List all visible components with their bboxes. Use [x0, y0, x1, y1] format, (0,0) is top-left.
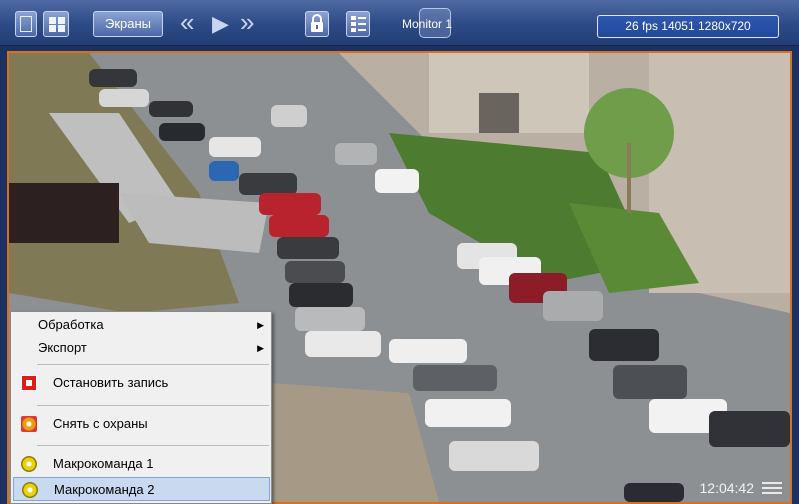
menu-item-export[interactable]: Экспорт ▶ — [13, 336, 270, 360]
menu-separator — [37, 445, 269, 446]
monitor-label[interactable]: Monitor 1 — [402, 17, 452, 31]
menu-item-label: Остановить запись — [53, 375, 169, 390]
menu-item-label: Экспорт — [38, 340, 87, 355]
menu-separator — [37, 405, 269, 406]
menu-item-label: Макрокоманда 2 — [54, 482, 155, 497]
macro-gear-icon — [22, 482, 38, 498]
menu-item-processing[interactable]: Обработка ▶ — [13, 313, 270, 337]
list-button[interactable] — [346, 11, 370, 37]
rewind-icon[interactable]: « — [180, 9, 194, 35]
menu-item-label: Обработка — [38, 317, 104, 332]
play-icon[interactable]: ▶ — [212, 11, 229, 37]
single-view-button[interactable] — [15, 11, 37, 37]
menu-separator — [37, 364, 269, 365]
menu-item-label: Снять с охраны — [53, 416, 148, 431]
lock-icon — [311, 14, 323, 32]
list-icon — [351, 16, 366, 32]
menu-item-disarm[interactable]: Снять с охраны — [13, 412, 270, 436]
menu-item-macro-2[interactable]: Макрокоманда 2 — [13, 477, 270, 501]
app-window: Экраны « ▶ » Monitor 1 26 fps 14051 1280… — [0, 0, 799, 504]
stop-record-icon — [21, 375, 37, 391]
stream-status: 26 fps 14051 1280x720 — [597, 15, 779, 38]
video-timestamp: 12:04:42 — [699, 480, 755, 496]
menu-item-label: Макрокоманда 1 — [53, 456, 154, 471]
disarm-icon — [21, 416, 37, 432]
square-icon — [20, 16, 32, 32]
context-menu: Обработка ▶ Экспорт ▶ Остановить запись … — [10, 311, 272, 504]
hamburger-menu-icon[interactable] — [762, 479, 782, 497]
grid-view-button[interactable] — [43, 11, 69, 37]
screens-button[interactable]: Экраны — [93, 11, 163, 37]
submenu-arrow-icon: ▶ — [257, 320, 264, 330]
menu-item-macro-1[interactable]: Макрокоманда 1 — [13, 452, 270, 476]
submenu-arrow-icon: ▶ — [257, 343, 264, 353]
menu-item-stop-recording[interactable]: Остановить запись — [13, 371, 270, 395]
toolbar: Экраны « ▶ » Monitor 1 26 fps 14051 1280… — [0, 0, 799, 46]
macro-gear-icon — [21, 456, 37, 472]
lock-button[interactable] — [305, 11, 329, 37]
fast-forward-icon[interactable]: » — [240, 9, 254, 35]
